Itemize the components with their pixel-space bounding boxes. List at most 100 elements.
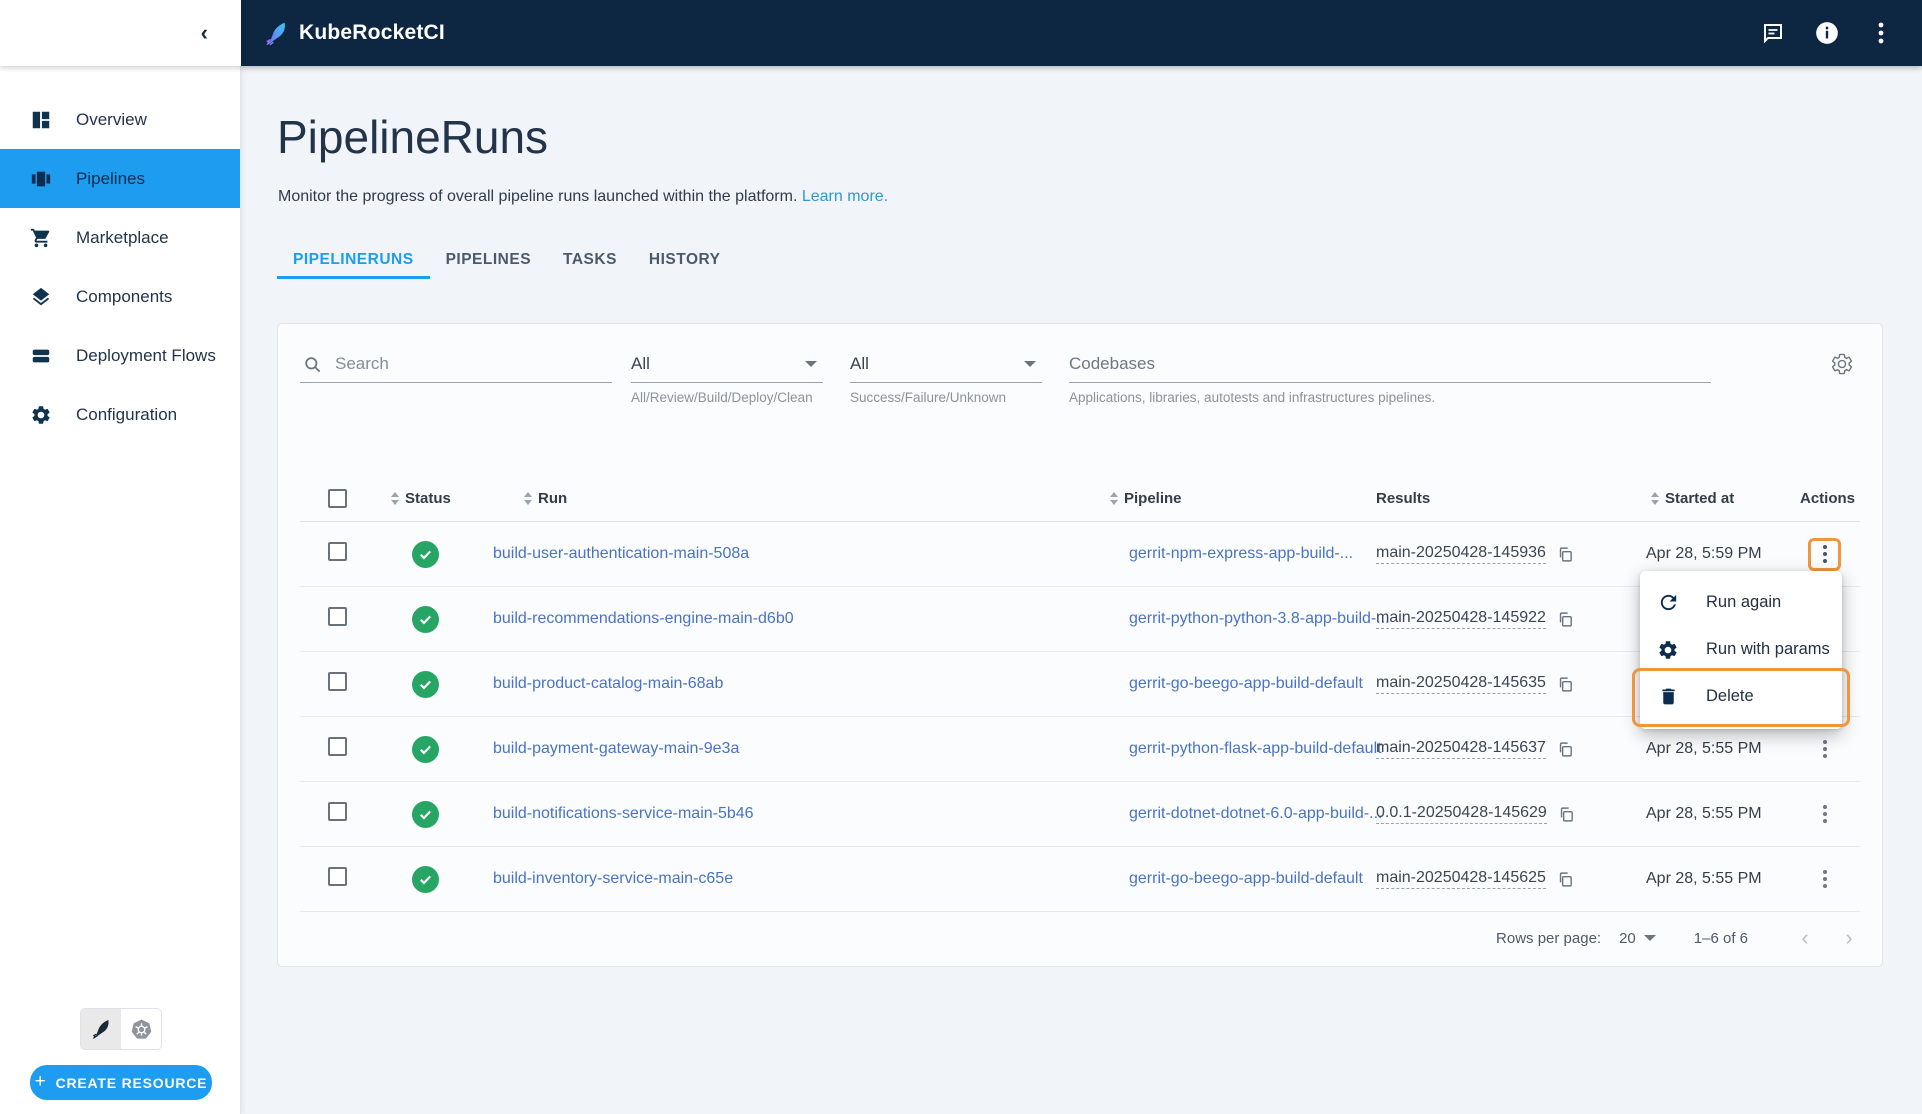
result-value[interactable]: 0.0.1-20250428-145629: [1376, 804, 1547, 824]
result-value[interactable]: main-20250428-145936: [1376, 544, 1546, 564]
flows-icon: [29, 344, 53, 368]
sort-icon[interactable]: [391, 492, 399, 505]
copy-icon[interactable]: [1557, 676, 1574, 693]
row-checkbox[interactable]: [328, 867, 347, 886]
rows-per-page-select[interactable]: 20: [1619, 930, 1656, 947]
menu-item-label: Run again: [1706, 593, 1782, 611]
overview-icon: [29, 108, 53, 132]
sidebar: Overview Pipelines Marketplace Component…: [0, 66, 241, 1114]
column-header-status[interactable]: Status: [364, 490, 474, 507]
copy-icon[interactable]: [1557, 871, 1574, 888]
app-root: ‹ KubeRocketCI Overview Pipelines Market…: [0, 0, 1922, 1114]
sidebar-item-marketplace[interactable]: Marketplace: [0, 208, 240, 267]
started-at-value: Apr 28, 5:55 PM: [1646, 805, 1762, 822]
tab-history[interactable]: HISTORY: [633, 241, 737, 279]
column-header-run[interactable]: Run: [474, 490, 1110, 507]
status-success-icon: [412, 735, 439, 763]
chevron-down-icon: [1643, 935, 1656, 941]
row-checkbox[interactable]: [328, 542, 347, 561]
pipeline-link[interactable]: gerrit-python-python-3.8-app-build-...: [1129, 610, 1390, 627]
result-value[interactable]: main-20250428-145922: [1376, 609, 1546, 629]
chevron-down-icon: [805, 361, 817, 367]
row-checkbox[interactable]: [328, 607, 347, 626]
info-icon[interactable]: [1814, 20, 1840, 46]
result-value[interactable]: main-20250428-145637: [1376, 739, 1546, 759]
search-field[interactable]: [300, 346, 612, 383]
row-actions-button[interactable]: [1808, 863, 1841, 896]
tab-pipelines[interactable]: PIPELINES: [430, 241, 547, 279]
started-at-value: Apr 28, 5:55 PM: [1646, 740, 1762, 757]
sidebar-item-components[interactable]: Components: [0, 267, 240, 326]
run-link[interactable]: build-inventory-service-main-c65e: [493, 870, 733, 887]
run-link[interactable]: build-user-authentication-main-508a: [493, 545, 749, 562]
run-link[interactable]: build-notifications-service-main-5b46: [493, 805, 754, 822]
sidebar-item-overview[interactable]: Overview: [0, 90, 240, 149]
copy-icon[interactable]: [1557, 611, 1574, 628]
collapse-sidebar-icon[interactable]: ‹: [201, 22, 208, 44]
cart-icon: [29, 226, 53, 250]
copy-icon[interactable]: [1557, 546, 1574, 563]
row-checkbox[interactable]: [328, 672, 347, 691]
pipelines-icon: [29, 167, 53, 191]
search-icon: [303, 355, 322, 374]
copy-icon[interactable]: [1557, 741, 1574, 758]
result-value[interactable]: main-20250428-145635: [1376, 674, 1546, 694]
row-checkbox[interactable]: [328, 737, 347, 756]
pipeline-link[interactable]: gerrit-go-beego-app-build-default: [1129, 675, 1363, 692]
codebases-input[interactable]: [1069, 354, 1669, 374]
menu-item-run-with-params[interactable]: Run with params: [1640, 626, 1842, 673]
pipeline-link[interactable]: gerrit-go-beego-app-build-default: [1129, 870, 1363, 887]
column-header-started-at[interactable]: Started at: [1627, 490, 1787, 507]
menu-item-run-again[interactable]: Run again: [1640, 579, 1842, 626]
status-select[interactable]: All: [850, 346, 1042, 383]
page-title: PipelineRuns: [277, 111, 549, 163]
menu-item-delete[interactable]: Delete: [1640, 673, 1842, 720]
tab-pipelineruns[interactable]: PIPELINERUNS: [277, 241, 430, 279]
table-row: build-user-authentication-main-508a gerr…: [300, 522, 1860, 587]
gear-run-icon: [1656, 638, 1680, 662]
row-actions-button[interactable]: [1808, 798, 1841, 831]
next-page-button[interactable]: ›: [1832, 921, 1866, 955]
learn-more-link[interactable]: Learn more.: [802, 188, 888, 205]
sidebar-item-deployment-flows[interactable]: Deployment Flows: [0, 326, 240, 385]
row-actions-button[interactable]: [1808, 733, 1841, 766]
pipeline-link[interactable]: gerrit-dotnet-dotnet-6.0-app-build-...: [1129, 805, 1382, 822]
sidebar-item-pipelines[interactable]: Pipelines: [0, 149, 240, 208]
tab-tasks[interactable]: TASKS: [547, 241, 633, 279]
pipeline-link[interactable]: gerrit-python-flask-app-build-default: [1129, 740, 1382, 757]
sort-icon[interactable]: [1110, 492, 1118, 505]
kuberocketci-logo-icon: [263, 20, 289, 46]
previous-page-button[interactable]: ‹: [1788, 921, 1822, 955]
result-value[interactable]: main-20250428-145625: [1376, 869, 1546, 889]
kuberocketci-view-toggle[interactable]: [81, 1009, 121, 1049]
table-row: build-inventory-service-main-c65e gerrit…: [300, 847, 1860, 912]
sidebar-item-label: Configuration: [76, 404, 178, 424]
run-link[interactable]: build-recommendations-engine-main-d6b0: [493, 610, 794, 627]
create-resource-button[interactable]: + CREATE RESOURCE: [30, 1065, 212, 1100]
row-actions-button[interactable]: [1808, 537, 1841, 571]
row-checkbox[interactable]: [328, 802, 347, 821]
run-link[interactable]: build-payment-gateway-main-9e3a: [493, 740, 739, 757]
page-subtitle: Monitor the progress of overall pipeline…: [278, 188, 889, 205]
feedback-chat-icon[interactable]: [1760, 20, 1786, 46]
kubernetes-view-toggle[interactable]: [121, 1009, 161, 1049]
search-input[interactable]: [335, 354, 555, 374]
sort-icon[interactable]: [1651, 492, 1659, 505]
menu-item-label: Delete: [1706, 687, 1754, 705]
codebases-field[interactable]: [1069, 346, 1711, 383]
pipeline-type-select[interactable]: All: [631, 346, 823, 383]
sidebar-item-configuration[interactable]: Configuration: [0, 385, 240, 444]
pipelineruns-table: Status Run Pipeline Results Started at A…: [300, 476, 1860, 964]
started-at-value: Apr 28, 5:55 PM: [1646, 870, 1762, 887]
copy-icon[interactable]: [1558, 806, 1575, 823]
table-settings-gear-icon[interactable]: [1830, 352, 1854, 376]
run-link[interactable]: build-product-catalog-main-68ab: [493, 675, 723, 692]
column-header-pipeline[interactable]: Pipeline: [1110, 490, 1357, 507]
sidebar-item-label: Pipelines: [76, 168, 145, 188]
view-toggle-group: [80, 1008, 162, 1050]
kebab-menu-icon[interactable]: [1868, 20, 1894, 46]
pipeline-link[interactable]: gerrit-npm-express-app-build-...: [1129, 545, 1353, 562]
sort-icon[interactable]: [524, 492, 532, 505]
status-success-icon: [412, 670, 439, 698]
select-all-checkbox[interactable]: [328, 489, 347, 508]
